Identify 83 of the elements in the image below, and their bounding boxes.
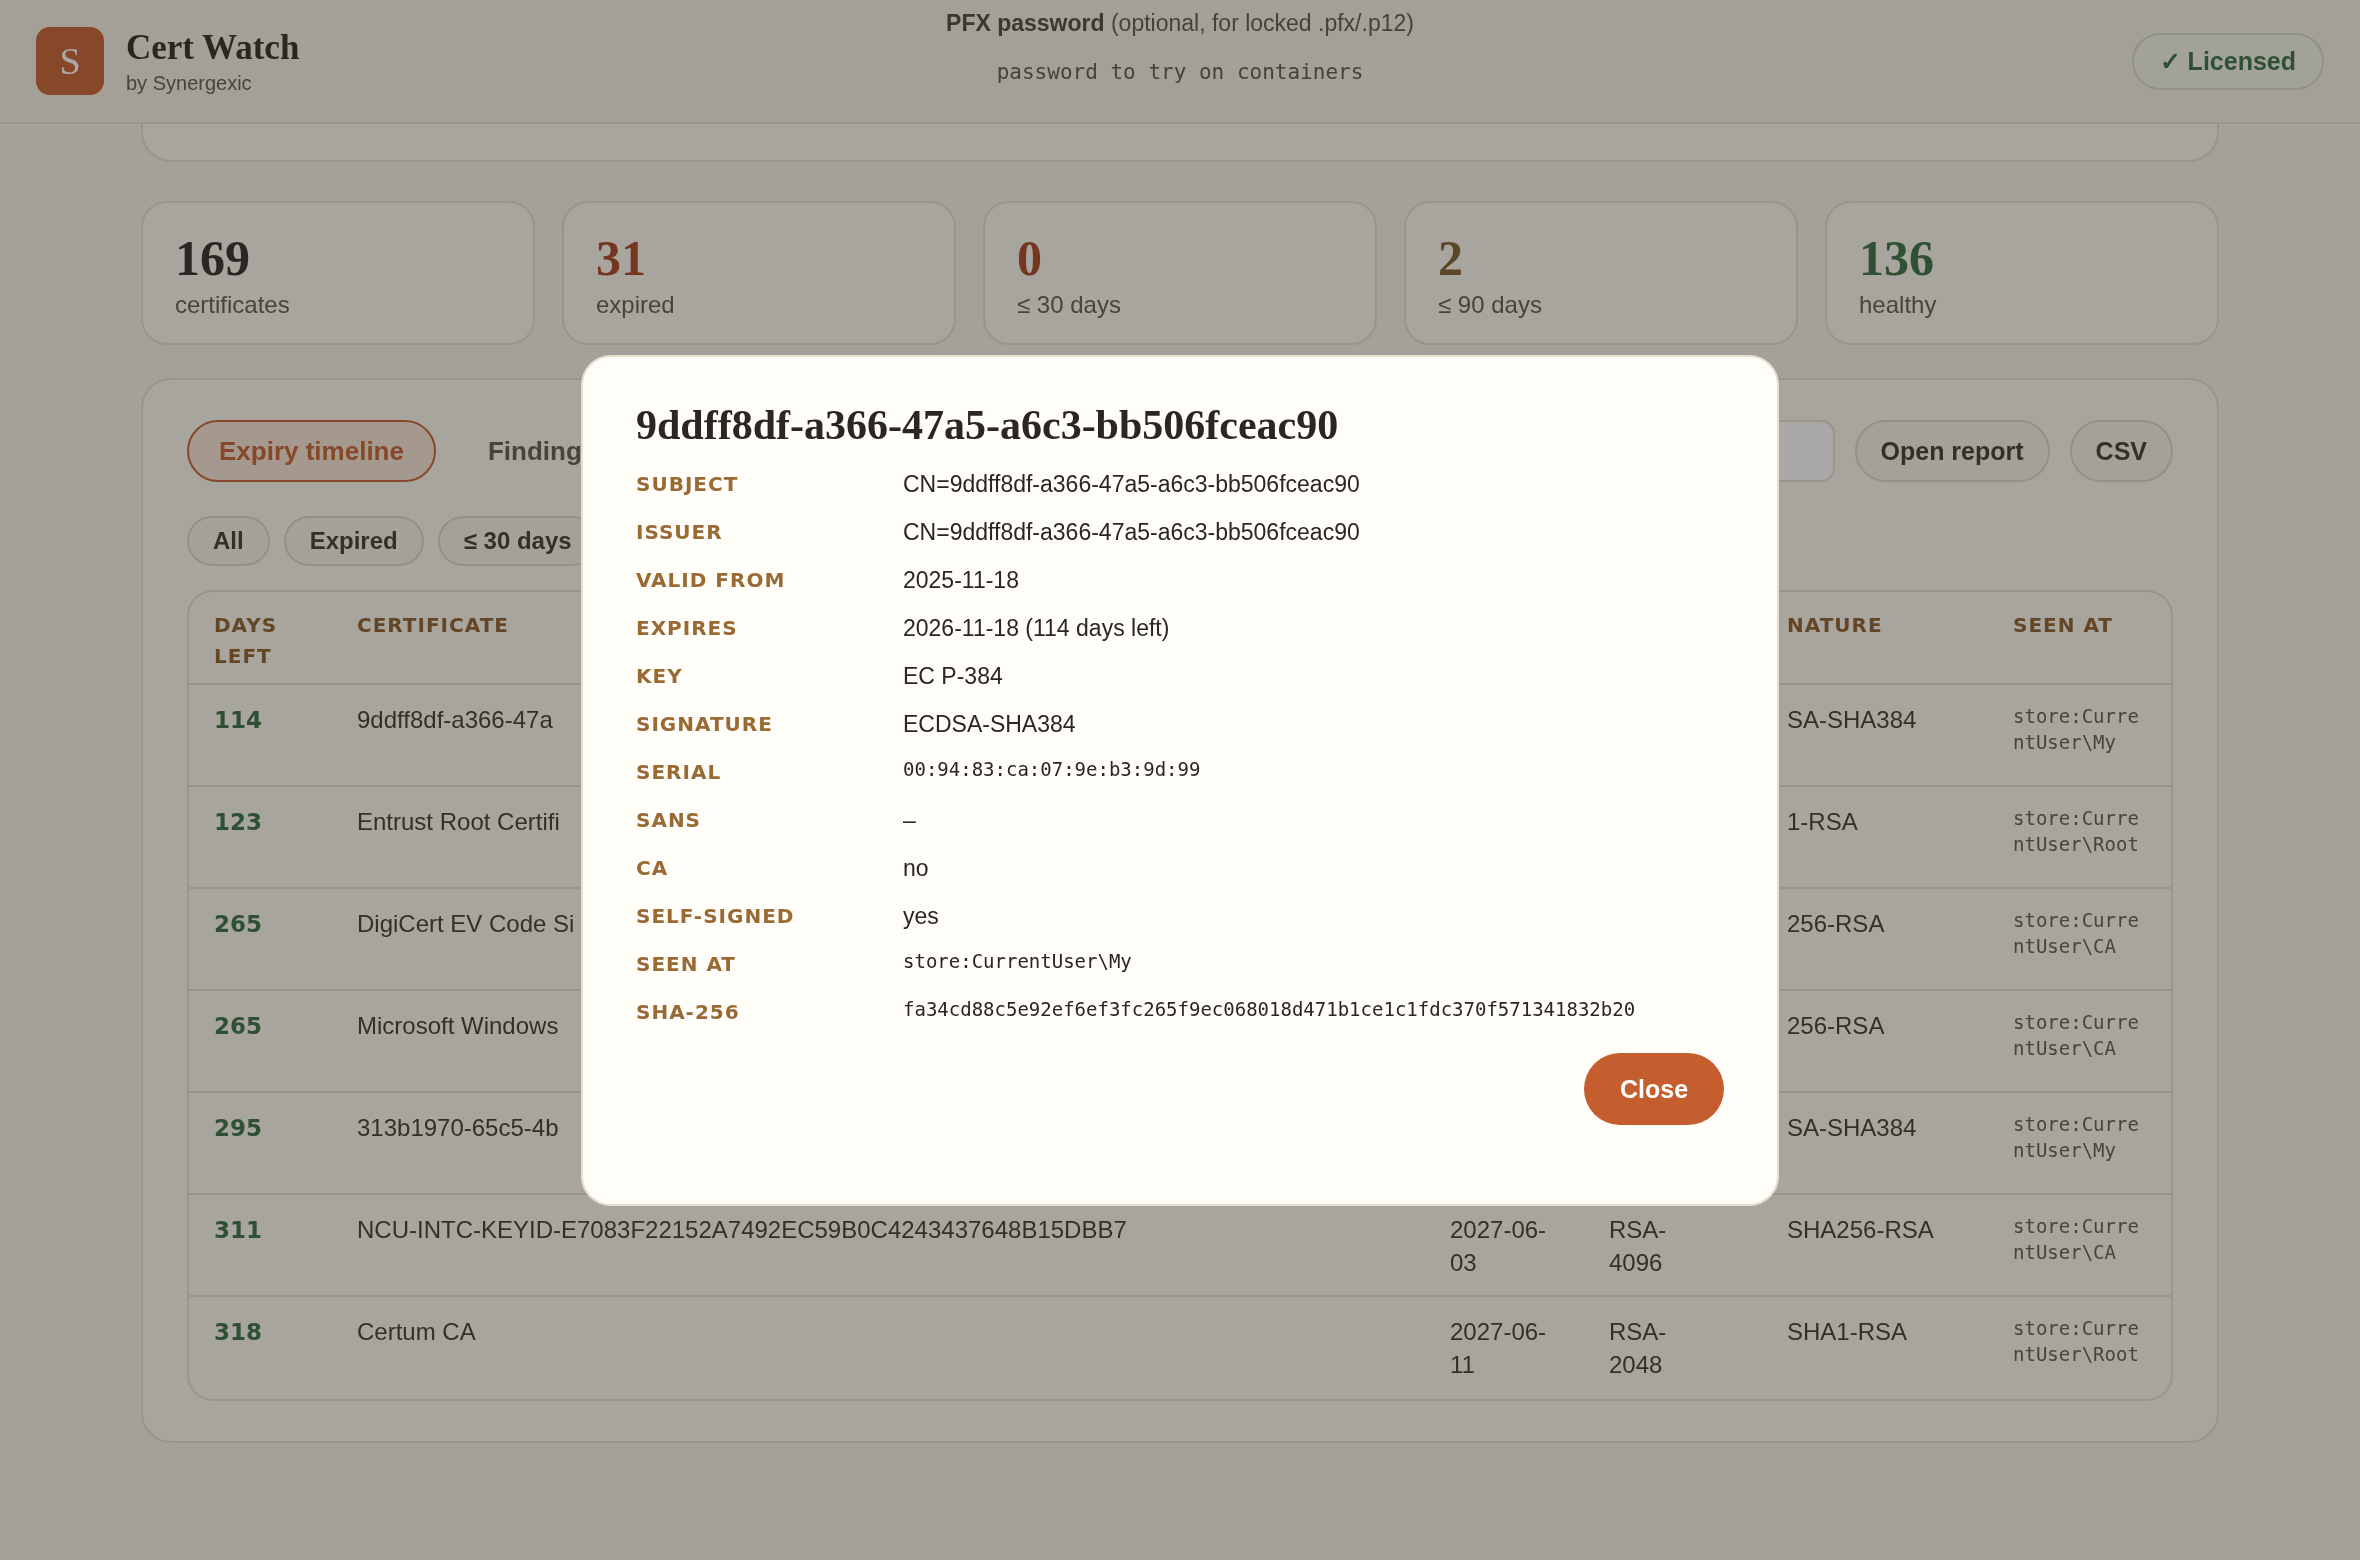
signature-algorithm: 256-RSA <box>1787 1012 1885 1039</box>
stat-value: 169 <box>175 229 251 287</box>
seen-at-location: store:CurrentUser\Root <box>2013 1316 2140 1367</box>
column-header: CERTIFICATE <box>357 613 509 637</box>
field-label: CA <box>636 855 670 882</box>
expiry-date: 2027-06-11 <box>1450 1318 1547 1378</box>
field-label: SERIAL <box>636 759 723 786</box>
days-left: 123 <box>214 809 262 835</box>
seen-at-location: store:CurrentUser\CA <box>2013 908 2140 959</box>
certificate-name[interactable]: Microsoft Windows <box>357 1012 559 1039</box>
days-left: 265 <box>214 1013 262 1039</box>
stat-label: expired <box>596 291 676 319</box>
seen-at-location: store:CurrentUser\Root <box>2013 806 2140 857</box>
field-label: SEEN AT <box>636 951 737 978</box>
field-label: SUBJECT <box>636 471 740 498</box>
expiry-date: 2027-06-03 <box>1450 1216 1547 1276</box>
close-button[interactable]: Close <box>1584 1053 1724 1125</box>
field-value: no <box>903 854 930 883</box>
field-value: ECDSA-SHA384 <box>903 710 1077 739</box>
field-value: 2025-11-18 <box>903 566 1020 595</box>
stat-label: ≤ 90 days <box>1438 291 1543 319</box>
key-type: RSA-2048 <box>1609 1318 1667 1378</box>
certificate-name[interactable]: 9ddff8df-a366-47a <box>357 706 553 733</box>
seen-at-location: store:CurrentUser\CA <box>2013 1010 2140 1061</box>
signature-algorithm: SA-SHA384 <box>1787 706 1917 733</box>
days-left: 265 <box>214 911 262 937</box>
csv-button[interactable]: CSV <box>2069 420 2173 482</box>
field-value: CN=9ddff8df-a366-47a5-a6c3-bb506fceac90 <box>903 470 1361 499</box>
open-report-button[interactable]: Open report <box>1854 420 2050 482</box>
field-label: SHA-256 <box>636 999 741 1026</box>
signature-algorithm: 1-RSA <box>1787 808 1858 835</box>
seen-at-location: store:CurrentUser\My <box>2013 1112 2140 1163</box>
field-label: SIGNATURE <box>636 711 774 738</box>
view-tab[interactable]: Finding <box>455 420 614 482</box>
field-value: EC P-384 <box>903 662 1004 691</box>
stat-label: certificates <box>175 291 291 319</box>
app-subtitle: by Synergexic <box>126 71 253 95</box>
field-label: KEY <box>636 663 684 690</box>
app-title: Cert Watch <box>126 27 300 68</box>
days-left: 318 <box>214 1319 262 1345</box>
stat-value: 136 <box>1859 229 1935 287</box>
stat-value: 2 <box>1438 229 1464 287</box>
signature-algorithm: 256-RSA <box>1787 910 1885 937</box>
certificate-name[interactable]: 313b1970-65c5-4b <box>357 1114 559 1141</box>
seen-at-location: store:CurrentUser\My <box>2013 704 2140 755</box>
certificate-name[interactable]: DigiCert EV Code Si <box>357 910 575 937</box>
dialog-title: 9ddff8df-a366-47a5-a6c3-bb506fceac90 <box>636 401 1340 449</box>
field-label: SANS <box>636 807 703 834</box>
field-value: store:CurrentUser\My <box>903 949 1133 974</box>
stat-value: 31 <box>596 229 647 287</box>
field-value: 2026-11-18 (114 days left) <box>903 614 1171 643</box>
field-label: SELF-SIGNED <box>636 903 796 930</box>
field-value: fa34cd88c5e92ef6ef3fc265f9ec068018d471b1ce1c1fdc370f571341832b20 <box>903 997 1637 1022</box>
app-logo: S <box>36 27 104 95</box>
licensed-badge[interactable]: ✓ Licensed <box>2131 32 2324 90</box>
filter-chip[interactable]: Expired <box>283 516 424 566</box>
signature-algorithm: SHA256-RSA <box>1787 1216 1934 1243</box>
field-value: 00:94:83:ca:07:9e:b3:9d:99 <box>903 757 1202 782</box>
field-label: ISSUER <box>636 519 724 546</box>
filter-chip[interactable]: All <box>187 516 270 566</box>
days-left: 295 <box>214 1115 262 1141</box>
field-value: – <box>903 806 917 835</box>
seen-at-location: store:CurrentUser\CA <box>2013 1214 2140 1265</box>
days-left: 311 <box>214 1217 262 1243</box>
pfx-password-field[interactable]: password to try on containers <box>968 59 1392 85</box>
column-header: NATURE <box>1787 613 1883 637</box>
days-left: 114 <box>214 707 262 733</box>
field-label: VALID FROM <box>636 567 787 594</box>
stat-value: 0 <box>1017 229 1043 287</box>
key-type: RSA-4096 <box>1609 1216 1667 1276</box>
field-value: yes <box>903 902 940 931</box>
signature-algorithm: SA-SHA384 <box>1787 1114 1917 1141</box>
stat-label: ≤ 30 days <box>1017 291 1122 319</box>
field-label: EXPIRES <box>636 615 739 642</box>
signature-algorithm: SHA1-RSA <box>1787 1318 1908 1345</box>
column-header: SEEN AT <box>2013 613 2113 637</box>
column-header: DAYS LEFT <box>214 612 279 670</box>
certificate-name[interactable]: Certum CA <box>357 1318 476 1345</box>
stat-label: healthy <box>1859 291 1938 319</box>
field-value: CN=9ddff8df-a366-47a5-a6c3-bb506fceac90 <box>903 518 1361 547</box>
pfx-password-label: PFX password (optional, for locked .pfx/.p12) <box>946 10 1414 37</box>
certificate-name[interactable]: Entrust Root Certifi <box>357 808 560 835</box>
certificate-name[interactable]: NCU-INTC-KEYID-E7083F22152A7492EC59B0C4243437648B15DBB7 <box>357 1216 1127 1243</box>
